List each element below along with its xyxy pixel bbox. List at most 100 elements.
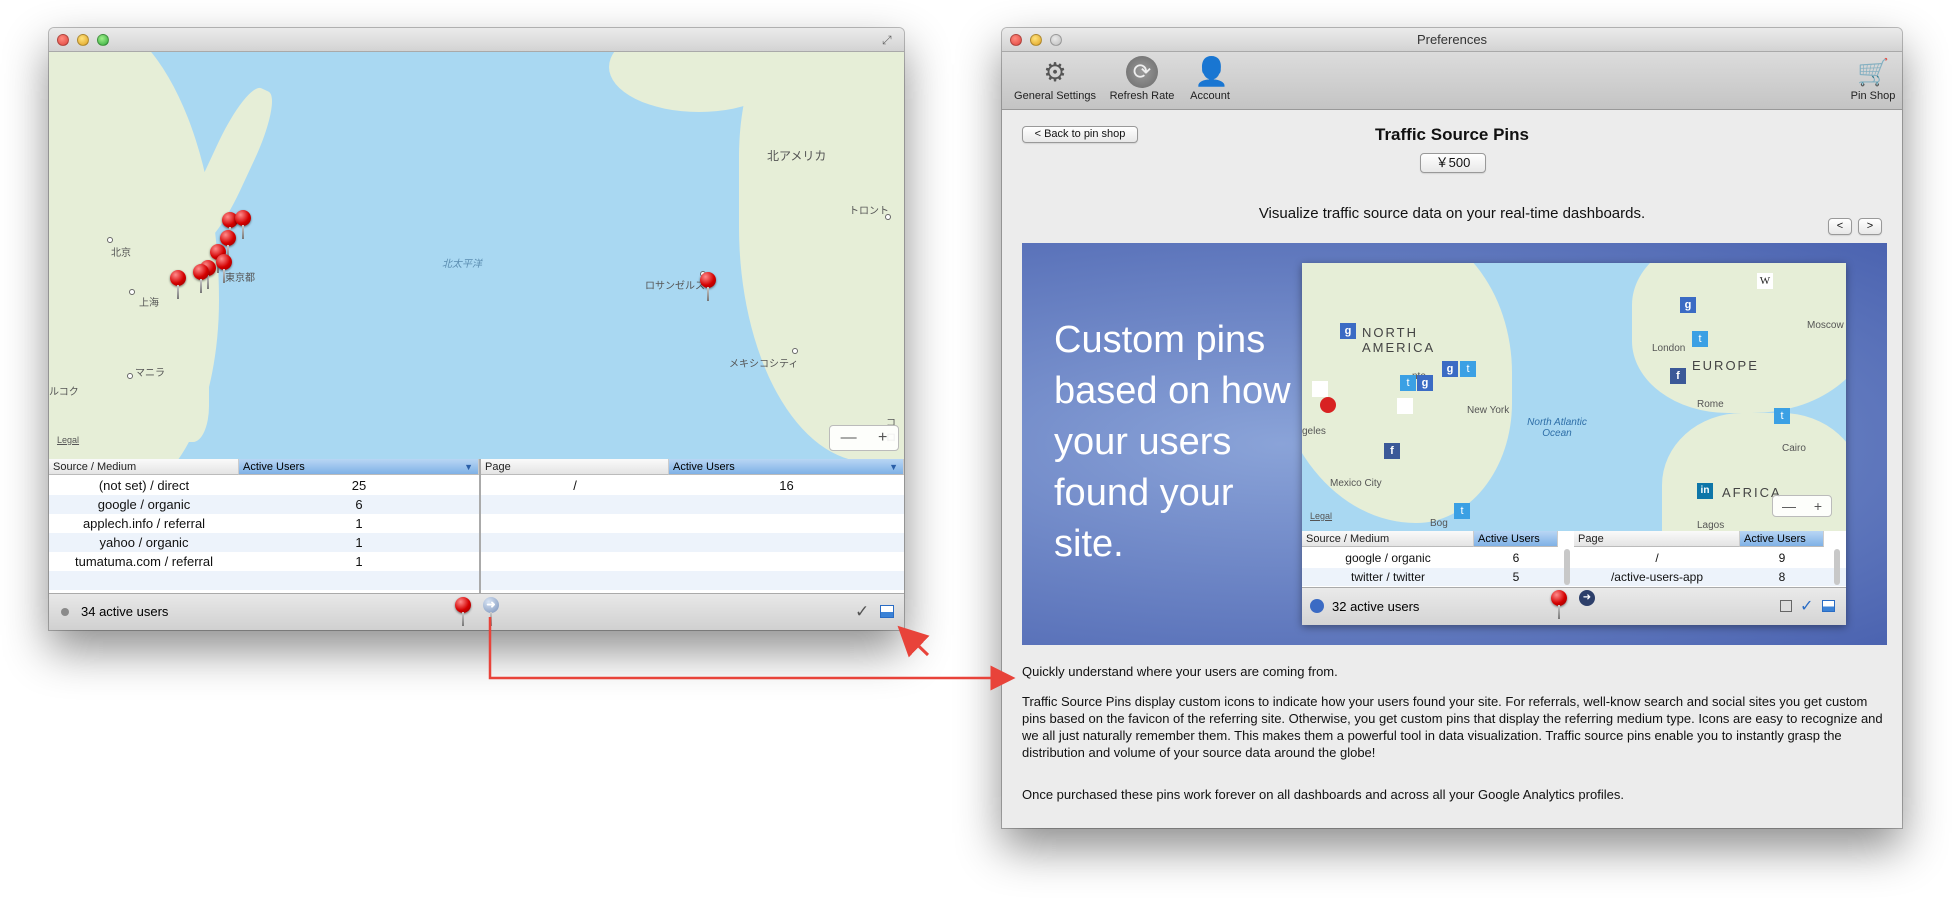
promo-label-moscow: Moscow [1807, 320, 1844, 331]
google-pin-icon: g [1442, 361, 1458, 377]
table-row[interactable]: / 16 [481, 476, 904, 495]
google-pin-icon: g [1680, 297, 1696, 313]
google-pin-icon: g [1417, 375, 1433, 391]
promo-label-london: London [1652, 343, 1686, 354]
promo-table-row: google / organic 6 / 9 [1302, 549, 1846, 567]
row-page-users: 8 [1778, 570, 1786, 584]
checkmark-icon[interactable]: ✓ [855, 602, 869, 622]
tagline: Visualize traffic source data on your re… [1258, 205, 1646, 222]
table-row[interactable]: yahoo / organic 1 [49, 533, 479, 552]
promo-scrollbar [1834, 549, 1840, 585]
twitter-pin-icon: t [1774, 408, 1790, 424]
promo-label-new-york: New York [1467, 405, 1510, 416]
row-users: 1 [355, 535, 363, 550]
table-row[interactable]: applech.info / referral 1 [49, 514, 479, 533]
description-footer: Once purchased these pins work forever o… [1022, 787, 1624, 802]
toolbar-refresh-rate[interactable]: ⟳ Refresh Rate [1104, 56, 1180, 102]
toolbar-account[interactable]: 👤 Account [1184, 56, 1236, 102]
description-heading: Quickly understand where your users are … [1022, 664, 1338, 679]
preferences-toolbar: ⚙ General Settings ⟳ Refresh Rate 👤 Acco… [1002, 52, 1902, 110]
page-table: Page Active Users ▼ / 16 [481, 459, 904, 593]
prev-slide-button[interactable]: < [1828, 218, 1852, 235]
minimize-button[interactable] [77, 34, 89, 46]
promo-zoom-in-icon: + [1813, 498, 1823, 514]
promo-label-bog: Bog [1430, 518, 1448, 529]
map-label-manila: マニラ [135, 368, 165, 379]
row-source: twitter / twitter [1350, 570, 1425, 584]
row-source: applech.info / referral [82, 516, 206, 531]
promo-arrow-pin-icon: ➜ [1579, 590, 1595, 606]
map-pin[interactable] [699, 272, 717, 302]
red-pin-style-button[interactable] [454, 597, 472, 627]
table-row[interactable]: tumatuma.com / referral 1 [49, 552, 479, 571]
promo-europe-landmass [1632, 263, 1846, 413]
next-slide-button[interactable]: > [1858, 218, 1882, 235]
row-page-users: 9 [1778, 551, 1786, 565]
facebook-pin-icon: f [1670, 368, 1686, 384]
promo-label-ocean: North Atlantic Ocean [1527, 417, 1587, 439]
row-page: /active-users-app [1610, 570, 1704, 584]
toolbar-general-label: General Settings [1014, 90, 1096, 102]
table-row-empty [49, 571, 479, 590]
promo-scrollbar [1564, 549, 1570, 585]
panel-toggle-icon[interactable] [880, 605, 894, 618]
page-active-users-header[interactable]: Active Users ▼ [669, 459, 904, 475]
apple-pin-icon [1397, 398, 1413, 414]
zoom-button[interactable] [97, 34, 109, 46]
promo-label-angeles: geles [1302, 426, 1326, 437]
map-pin[interactable] [192, 264, 210, 294]
preferences-titlebar: Preferences [1002, 28, 1902, 52]
map-dot-beijing [107, 237, 113, 243]
promo-zoom-out-icon: — [1781, 498, 1796, 514]
table-row-empty [481, 533, 904, 552]
linkedin-pin-icon: in [1697, 483, 1713, 499]
promo-label-cairo: Cairo [1782, 443, 1806, 454]
row-source: tumatuma.com / referral [75, 554, 213, 569]
toolbar-pinshop-label: Pin Shop [1850, 90, 1896, 102]
promo-table-row: twitter / twitter 5 /active-users-app 8 [1302, 568, 1846, 586]
wikipedia-pin-icon: W [1757, 273, 1773, 289]
zoom-out-button[interactable]: — [841, 429, 857, 447]
cart-icon: 🛒 [1857, 57, 1890, 87]
buy-price-button[interactable]: ￥500 [1420, 153, 1486, 173]
row-users: 6 [1512, 551, 1520, 565]
map-label-shanghai: 上海 [139, 298, 159, 309]
source-active-users-header-label: Active Users [243, 461, 305, 473]
promo-col-page: Page [1574, 531, 1740, 547]
promo-square-icon [1780, 600, 1792, 612]
page-column-header[interactable]: Page [481, 459, 669, 475]
map-label-north-pacific: 北太平洋 [442, 259, 482, 270]
toolbar-general-settings[interactable]: ⚙ General Settings [1010, 56, 1100, 102]
map-label-toronto: トロント [849, 206, 889, 217]
promo-legal-link: Legal [1310, 511, 1333, 521]
map-legal-link[interactable]: Legal [57, 435, 79, 445]
twitter-pin-icon: t [1400, 375, 1416, 391]
promo-table: Source / Medium Active Users Page Active… [1302, 531, 1846, 587]
refresh-icon: ⟳ [1126, 56, 1158, 88]
promo-label-europe: EUROPE [1692, 358, 1759, 373]
traffic-pin-style-button[interactable]: ➜ [482, 597, 500, 627]
source-active-users-header[interactable]: Active Users ▼ [239, 459, 479, 475]
promo-check-icon: ✓ [1800, 598, 1814, 615]
map-pin[interactable] [169, 270, 187, 300]
source-column-header[interactable]: Source / Medium [49, 459, 239, 475]
table-row[interactable]: (not set) / direct 25 [49, 476, 479, 495]
panel-toggle-arrow [897, 625, 930, 658]
promo-banner: Custom pins based on how your users foun… [1022, 243, 1887, 645]
toolbar-pin-shop[interactable]: 🛒 Pin Shop [1847, 56, 1899, 102]
promo-active-users: 32 active users [1332, 599, 1420, 614]
window-title: Preferences [1416, 32, 1488, 47]
promo-label-lagos: Lagos [1697, 520, 1725, 531]
promo-label-mexico-city: Mexico City [1330, 478, 1382, 489]
map-pin[interactable] [215, 254, 233, 284]
table-row[interactable]: google / organic 6 [49, 495, 479, 514]
fullscreen-icon[interactable]: ⤢ [882, 33, 896, 47]
row-source: google / organic [1345, 551, 1431, 565]
apple-pin-icon [1312, 381, 1328, 397]
map-label-north-america: 北アメリカ [767, 149, 827, 163]
close-button[interactable] [57, 34, 69, 46]
zoom-in-button[interactable]: + [878, 429, 887, 447]
promo-panel-icon [1822, 600, 1835, 612]
toolbar-account-label: Account [1190, 90, 1230, 102]
world-map[interactable]: 北アメリカ トロント 北京 東京都 北太平洋 ロサンゼルス 上海 マニラ メキシ… [49, 52, 904, 459]
